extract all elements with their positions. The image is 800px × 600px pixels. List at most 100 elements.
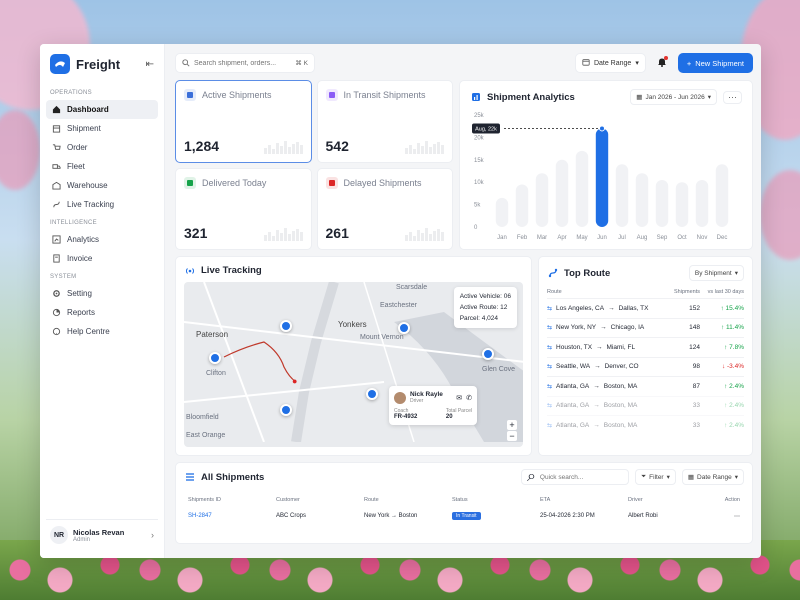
route-row[interactable]: ⇆ Houston, TX → Miami, FL 124 ↑ 7.8% bbox=[547, 337, 744, 357]
quick-search-box[interactable]: ⌕ bbox=[520, 468, 629, 485]
date-range-button[interactable]: Date Range ▾ bbox=[574, 53, 646, 73]
vehicle-pin[interactable] bbox=[482, 348, 494, 360]
chart-bar[interactable] bbox=[675, 182, 689, 227]
route-row[interactable]: ⇆ Atlanta, GA → Boston, MA 33 ↑ 2.4% bbox=[547, 395, 744, 416]
chart-bar[interactable] bbox=[635, 173, 649, 227]
x-tick-label: Apr bbox=[557, 235, 566, 241]
active-route: Active Route: 12 bbox=[459, 304, 508, 312]
chevron-down-icon: ▾ bbox=[707, 94, 711, 101]
chart-bar[interactable] bbox=[515, 184, 529, 227]
chart-bar[interactable] bbox=[695, 179, 709, 227]
x-tick-label: Jul bbox=[618, 235, 626, 241]
x-tick-label: Feb bbox=[517, 235, 528, 241]
y-tick-label: 10k bbox=[474, 180, 485, 186]
route-swap-icon: ⇆ bbox=[547, 422, 553, 429]
stat-sparkline-decor bbox=[263, 140, 303, 154]
sidebar-item-warehouse[interactable]: Warehouse bbox=[46, 176, 158, 195]
zoom-in-button[interactable]: + bbox=[507, 420, 517, 430]
route-filter-label: By Shipment bbox=[694, 269, 732, 277]
collapse-sidebar-icon[interactable]: ⇤ bbox=[146, 59, 154, 70]
arrow-right-icon: → bbox=[596, 343, 603, 351]
vehicle-pin[interactable] bbox=[280, 320, 292, 332]
sidebar-item-setting[interactable]: Setting bbox=[46, 284, 158, 303]
chart-bar[interactable] bbox=[615, 164, 629, 227]
chart-bar[interactable] bbox=[555, 159, 569, 227]
sidebar-item-help-centre[interactable]: Help Centre bbox=[46, 322, 158, 341]
chevron-down-icon: ▾ bbox=[734, 270, 738, 277]
chart-bar[interactable] bbox=[535, 173, 549, 227]
route-row[interactable]: ⇆ Atlanta, GA → Boston, MA 87 ↑ 2.4% bbox=[547, 376, 744, 396]
chart-bar[interactable] bbox=[715, 164, 729, 227]
chart-tooltip-text: Aug, 22k bbox=[475, 126, 497, 132]
more-options-icon[interactable]: ⋯ bbox=[723, 90, 742, 104]
sidebar-item-label: Reports bbox=[67, 308, 96, 317]
sidebar-item-reports[interactable]: Reports bbox=[46, 303, 158, 322]
quick-search-input[interactable] bbox=[539, 473, 620, 481]
tracking-icon bbox=[52, 200, 61, 209]
route-shipments: 124 bbox=[689, 343, 700, 351]
sidebar-item-analytics[interactable]: Analytics bbox=[46, 230, 158, 249]
driver-cell: Albert Robi bbox=[628, 513, 658, 519]
chart-bar[interactable] bbox=[575, 150, 589, 227]
vehicle-pin[interactable] bbox=[280, 404, 292, 416]
help-icon bbox=[52, 327, 61, 336]
route-to: Dallas, TX bbox=[618, 304, 649, 312]
shipment-id-link[interactable]: SH-2847 bbox=[184, 513, 272, 519]
shipments-date-range-label: Date Range bbox=[697, 473, 732, 481]
chart-bar[interactable] bbox=[495, 197, 509, 227]
zoom-out-button[interactable]: − bbox=[507, 431, 517, 441]
route-row[interactable]: ⇆ Atlanta, GA → Boston, MA 33 ↑ 2.4% bbox=[547, 415, 744, 435]
vehicle-pin[interactable] bbox=[366, 388, 378, 400]
gear-icon bbox=[52, 289, 61, 298]
new-shipment-label: New Shipment bbox=[695, 58, 744, 68]
search-box[interactable]: ⌘ K bbox=[175, 53, 315, 73]
user-profile[interactable]: NR Nicolas Revan Admin › bbox=[46, 519, 158, 550]
sidebar-item-order[interactable]: Order bbox=[46, 138, 158, 157]
destination-pin-icon[interactable]: ● bbox=[292, 376, 297, 386]
stat-card-in-transit-shipments[interactable]: In Transit Shipments 542 bbox=[316, 80, 453, 163]
sidebar-item-invoice[interactable]: Invoice bbox=[46, 249, 158, 268]
search-input[interactable] bbox=[194, 59, 292, 67]
chart-bar[interactable] bbox=[655, 179, 669, 227]
sidebar-item-dashboard[interactable]: Dashboard bbox=[46, 100, 158, 119]
stat-card-active-shipments[interactable]: Active Shipments 1,284 bbox=[175, 80, 312, 163]
sidebar-item-shipment[interactable]: Shipment bbox=[46, 119, 158, 138]
stat-card-delayed-shipments[interactable]: Delayed Shipments 261 bbox=[316, 167, 453, 250]
route-from: Houston, TX bbox=[556, 343, 593, 351]
table-row[interactable]: SH-2847 ABC Crops New York → Boston In T… bbox=[184, 507, 744, 525]
filter-button[interactable]: ⏷ Filter ▾ bbox=[634, 469, 676, 485]
analytics-date-range-button[interactable]: ▦ Jan 2026 - Jun 2026 ▾ bbox=[630, 89, 717, 105]
row-actions-icon[interactable]: ⋯ bbox=[712, 513, 744, 520]
vehicle-pin[interactable] bbox=[398, 322, 410, 334]
arrow-right-icon: → bbox=[594, 363, 601, 371]
home-icon bbox=[52, 105, 61, 114]
route-row[interactable]: ⇆ Los Angeles, CA → Dallas, TX 152 ↑ 15.… bbox=[547, 298, 744, 318]
shipments-date-range-button[interactable]: ▦ Date Range ▾ bbox=[681, 469, 744, 485]
chart-icon bbox=[470, 92, 481, 103]
driver-card[interactable]: Nick Rayle Driver ✉ ✆ Coach FR-4932 Tota… bbox=[389, 386, 477, 425]
map-label: Glen Cove bbox=[482, 366, 516, 373]
chevron-down-icon: ▾ bbox=[734, 474, 738, 481]
sidebar-item-live-tracking[interactable]: Live Tracking bbox=[46, 195, 158, 214]
route-from: Atlanta, GA bbox=[556, 402, 590, 410]
route-filter-dropdown[interactable]: By Shipment ▾ bbox=[688, 265, 744, 281]
tracking-map[interactable]: Scarsdale Eastchester Paterson Yonkers M… bbox=[184, 282, 523, 447]
route-row[interactable]: ⇆ New York, NY → Chicago, IA 148 ↑ 11.4% bbox=[547, 317, 744, 338]
new-shipment-button[interactable]: + New Shipment bbox=[677, 53, 753, 73]
top-route-title: Top Route bbox=[564, 267, 611, 279]
phone-icon[interactable]: ✆ bbox=[466, 394, 472, 402]
x-tick-label: Sep bbox=[657, 235, 668, 241]
sidebar-item-label: Live Tracking bbox=[67, 200, 115, 209]
route-change: ↑ 11.4% bbox=[720, 324, 744, 332]
x-tick-label: Jan bbox=[497, 235, 507, 241]
chart-bar[interactable] bbox=[595, 128, 609, 227]
route-row[interactable]: ⇆ Seattle, WA → Denver, CO 98 ↓ -3.4% bbox=[547, 356, 744, 377]
stat-card-delivered-today[interactable]: Delivered Today 321 bbox=[175, 167, 312, 250]
top-route-card: Top Route By Shipment ▾ Route Shipments … bbox=[538, 256, 753, 456]
notification-bell[interactable] bbox=[652, 53, 672, 73]
sidebar-item-label: Warehouse bbox=[67, 181, 108, 190]
message-icon[interactable]: ✉ bbox=[456, 394, 462, 402]
customer-cell: ABC Crops bbox=[276, 513, 307, 519]
vehicle-pin[interactable] bbox=[209, 352, 221, 364]
sidebar-item-fleet[interactable]: Fleet bbox=[46, 157, 158, 176]
